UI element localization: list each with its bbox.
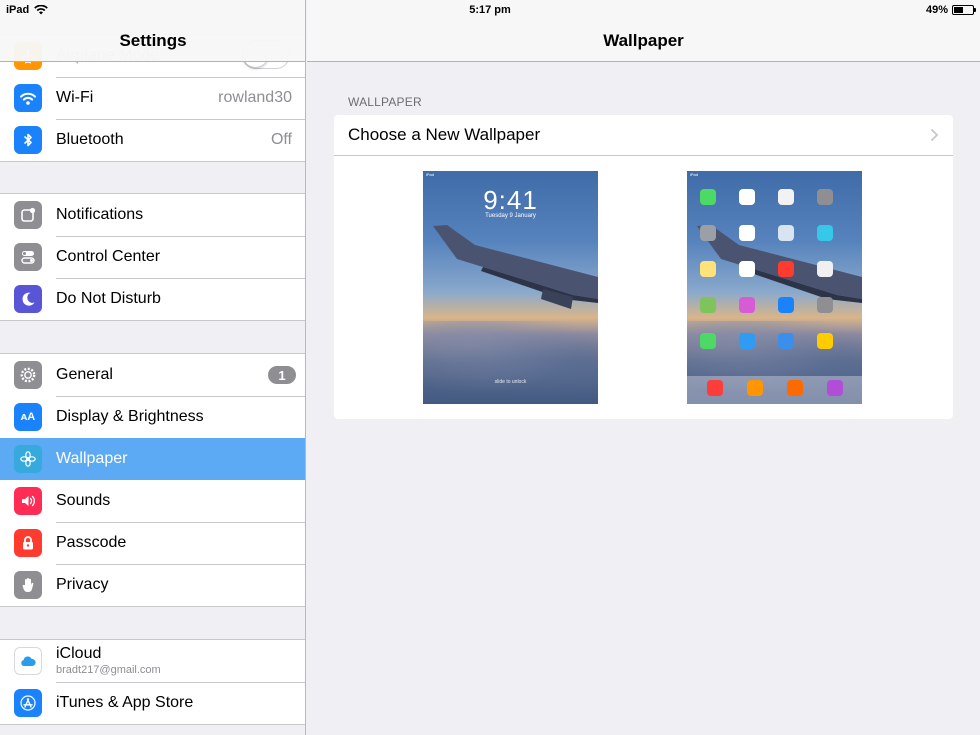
sidebar-item-label: Passcode xyxy=(56,534,127,551)
detail-title: Wallpaper xyxy=(603,31,684,50)
wifi-icon xyxy=(14,84,42,112)
battery-fill xyxy=(954,7,963,13)
lock-preview-status: iPad xyxy=(426,172,435,177)
lock-icon xyxy=(14,529,42,557)
sidebar-item-label: General xyxy=(56,366,113,383)
hand-icon xyxy=(14,571,42,599)
sidebar-item-notifications[interactable]: Notifications xyxy=(0,194,305,236)
status-time: 5:17 pm xyxy=(469,4,511,16)
home-dock xyxy=(687,376,862,404)
dock-apps xyxy=(707,380,843,396)
lock-preview-time: 9:41 xyxy=(483,185,538,215)
lock-screen-preview[interactable]: iPad 9:41 Tuesday 9 January slide to unl… xyxy=(423,171,598,404)
sidebar-item-label: Wallpaper xyxy=(56,450,128,467)
bluetooth-status: Off xyxy=(270,131,292,148)
preview-dock-icon xyxy=(747,380,763,396)
sidebar-item-label: Notifications xyxy=(56,206,144,223)
battery-percent: 49% xyxy=(925,4,948,16)
sidebar-item-wallpaper[interactable]: Wallpaper xyxy=(0,438,305,480)
control-center-icon xyxy=(14,243,42,271)
display-brightness-icon: ᴀA xyxy=(14,403,42,431)
preview-app-icon xyxy=(739,297,755,313)
preview-app-icon xyxy=(817,261,833,277)
speaker-icon xyxy=(14,487,42,515)
settings-sidebar[interactable]: Settings Airplane Mode Wi-Fi rowland30 B… xyxy=(0,0,306,735)
bluetooth-icon xyxy=(14,126,42,154)
preview-dock-icon xyxy=(827,380,843,396)
app-store-icon xyxy=(14,689,42,717)
sidebar-item-label: Privacy xyxy=(56,576,109,593)
preview-dock-icon xyxy=(707,380,723,396)
preview-app-icon xyxy=(817,333,833,349)
sidebar-item-icloud[interactable]: iCloud bradt217@gmail.com xyxy=(0,640,305,682)
icloud-text: iCloud bradt217@gmail.com xyxy=(56,645,161,677)
display-icon-glyph: ᴀA xyxy=(20,411,36,423)
choose-new-wallpaper-row[interactable]: Choose a New Wallpaper xyxy=(334,115,953,156)
icloud-icon xyxy=(14,647,42,675)
sidebar-item-itunes-app-store[interactable]: iTunes & App Store xyxy=(0,682,305,724)
preview-app-icon xyxy=(778,297,794,313)
sidebar-item-label: Sounds xyxy=(56,492,111,509)
group-device: General 1 ᴀA Display & Brightness Wallpa… xyxy=(0,353,305,607)
wallpaper-card: Choose a New Wallpaper iPad 9:41 Tuesday… xyxy=(334,115,953,419)
wallpaper-section-header: WALLPAPER xyxy=(348,95,422,109)
sidebar-item-label: Control Center xyxy=(56,248,161,265)
group-accounts: iCloud bradt217@gmail.com iTunes & App S… xyxy=(0,639,305,725)
preview-app-icon xyxy=(739,225,755,241)
home-preview-status: iPad xyxy=(690,172,699,177)
gear-icon xyxy=(14,361,42,389)
sidebar-title: Settings xyxy=(119,31,187,50)
moon-icon xyxy=(14,285,42,313)
sidebar-item-control-center[interactable]: Control Center xyxy=(0,236,305,278)
choose-new-wallpaper-label: Choose a New Wallpaper xyxy=(348,125,541,144)
preview-app-icon xyxy=(700,333,716,349)
preview-app-icon xyxy=(817,225,833,241)
preview-app-icon xyxy=(817,297,833,313)
chevron-right-icon xyxy=(930,128,939,142)
preview-app-icon xyxy=(700,225,716,241)
preview-app-icon xyxy=(817,189,833,205)
status-right: 49% xyxy=(925,4,976,16)
sidebar-item-wifi[interactable]: Wi-Fi rowland30 xyxy=(0,77,305,119)
sidebar-item-sounds[interactable]: Sounds xyxy=(0,480,305,522)
sidebar-item-bluetooth[interactable]: Bluetooth Off xyxy=(0,119,305,161)
wifi-network-name: rowland30 xyxy=(218,89,292,106)
preview-app-icon xyxy=(700,297,716,313)
preview-app-icon xyxy=(700,261,716,277)
preview-app-icon xyxy=(778,261,794,277)
preview-app-icon xyxy=(739,189,755,205)
lock-preview-slide-to-unlock: slide to unlock xyxy=(494,379,527,385)
preview-app-icon xyxy=(778,333,794,349)
home-screen-preview[interactable]: iPad xyxy=(687,171,862,404)
sidebar-item-passcode[interactable]: Passcode xyxy=(0,522,305,564)
sidebar-item-label: Display & Brightness xyxy=(56,408,204,425)
wallpaper-icon xyxy=(14,445,42,473)
preview-app-icon xyxy=(739,333,755,349)
group-alerts: Notifications Control Center Do Not Dist… xyxy=(0,193,305,321)
preview-app-icon xyxy=(778,225,794,241)
home-app-grid xyxy=(700,189,850,349)
lock-preview-date: Tuesday 9 January xyxy=(485,213,536,219)
preview-app-icon xyxy=(700,189,716,205)
sidebar-item-label: Do Not Disturb xyxy=(56,290,161,307)
sidebar-item-display-brightness[interactable]: ᴀA Display & Brightness xyxy=(0,396,305,438)
sidebar-item-general[interactable]: General 1 xyxy=(0,354,305,396)
battery-icon xyxy=(952,5,976,15)
notifications-icon xyxy=(14,201,42,229)
preview-app-icon xyxy=(778,189,794,205)
sidebar-item-label: iTunes & App Store xyxy=(56,694,194,711)
preview-dock-icon xyxy=(787,380,803,396)
update-badge: 1 xyxy=(268,366,296,384)
icloud-account-email: bradt217@gmail.com xyxy=(56,664,161,676)
sidebar-item-label: iCloud xyxy=(56,645,102,662)
sidebar-item-do-not-disturb[interactable]: Do Not Disturb xyxy=(0,278,305,320)
preview-app-icon xyxy=(739,261,755,277)
sidebar-item-label: Bluetooth xyxy=(56,131,124,148)
sidebar-item-label: Wi-Fi xyxy=(56,89,94,106)
status-bar: iPad 5:17 pm 49% xyxy=(0,0,980,20)
sidebar-item-privacy[interactable]: Privacy xyxy=(0,564,305,606)
